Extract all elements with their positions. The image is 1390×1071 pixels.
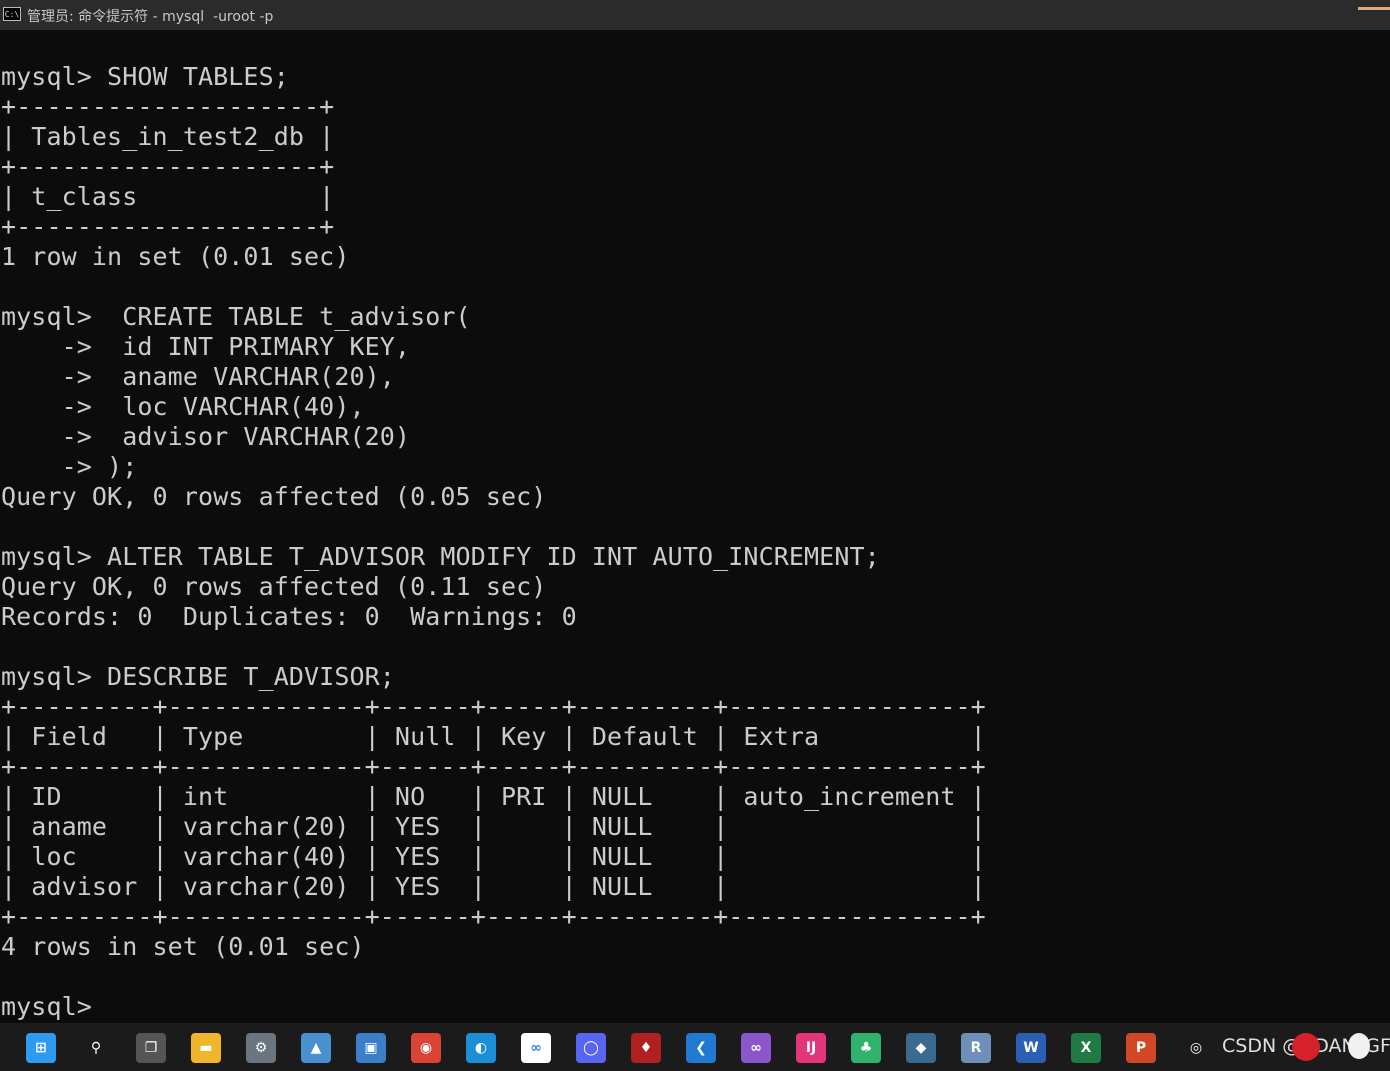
photos-icon[interactable]: ▲ [301,1033,331,1063]
terminal-line: Records: 0 Duplicates: 0 Warnings: 0 [1,602,577,631]
terminal-line: 1 row in set (0.01 sec) [1,242,350,271]
excel-icon[interactable]: X [1071,1033,1101,1063]
terminal-line: 4 rows in set (0.01 sec) [1,932,365,961]
file-explorer-icon[interactable]: ▬ [191,1033,221,1063]
terminal-line: | ID | int | NO | PRI | NULL | auto_incr… [1,782,986,811]
terminal-line: | aname | varchar(20) | YES | | NULL | | [1,812,986,841]
search-icon[interactable]: ⚲ [81,1033,111,1063]
terminal-line: -> advisor VARCHAR(20) [1,422,411,451]
terminal-line: +--------------------+ [1,92,335,121]
windows-start-icon[interactable]: ⊞ [26,1033,56,1063]
terminal-line: +--------------------+ [1,212,335,241]
qq-tray-icon[interactable] [1348,1033,1370,1059]
terminal-line: mysql> CREATE TABLE t_advisor( [1,302,471,331]
pycharm-icon[interactable]: ♣ [851,1033,881,1063]
edge-icon[interactable]: ◐ [466,1033,496,1063]
chrome-icon[interactable]: ◉ [411,1033,441,1063]
control-panel-icon[interactable]: ▣ [356,1033,386,1063]
terminal-line: +---------+-------------+------+-----+--… [1,692,986,721]
obs-icon[interactable]: ◎ [1181,1033,1211,1063]
terminal-line: +--------------------+ [1,152,335,181]
vscode-icon[interactable]: ❮ [686,1033,716,1063]
terminal-line: | advisor | varchar(20) | YES | | NULL |… [1,872,986,901]
weibo-tray-icon[interactable] [1292,1033,1320,1061]
terminal-line: +---------+-------------+------+-----+--… [1,752,986,781]
terminal-line: | Field | Type | Null | Key | Default | … [1,722,986,751]
game-app-icon[interactable]: ♦ [631,1033,661,1063]
terminal-output[interactable]: mysql> SHOW TABLES; +--------------------… [1,62,1386,1022]
circle-app-icon[interactable]: ◯ [576,1033,606,1063]
terminal-line: mysql> DESCRIBE T_ADVISOR; [1,662,395,691]
word-icon[interactable]: W [1016,1033,1046,1063]
terminal-line: -> ); [1,452,138,481]
visual-studio-icon[interactable]: ∞ [741,1033,771,1063]
command-prompt-icon: C:\ [3,7,21,21]
task-view-icon[interactable]: ❐ [136,1033,166,1063]
window-title: 管理员: 命令提示符 - mysql -uroot -p [27,9,274,25]
terminal-line: +---------+-------------+------+-----+--… [1,902,986,931]
terminal-line: Query OK, 0 rows affected (0.11 sec) [1,572,547,601]
terminal-line: Query OK, 0 rows affected (0.05 sec) [1,482,547,511]
terminal-line: -> loc VARCHAR(40), [1,392,365,421]
baidu-netdisk-icon[interactable]: ∞ [521,1033,551,1063]
terminal-line: mysql> [1,992,92,1021]
terminal-line: mysql> SHOW TABLES; [1,62,289,91]
mysql-workbench-icon[interactable]: ◆ [906,1033,936,1063]
terminal-line: | t_class | [1,182,335,211]
terminal-line: mysql> ALTER TABLE T_ADVISOR MODIFY ID I… [1,542,880,571]
terminal-line: -> aname VARCHAR(20), [1,362,395,391]
taskbar: CSDN @ADAN_GF ⊞ ⚲ ❐ ▬ ⚙ ▲ ▣ ◉ ◐ ∞ ◯ ♦ ❮ ∞ IJ ♣ ◆ R W X P ◎ [0,1023,1390,1071]
title-bar: C:\ 管理员: 命令提示符 - mysql -uroot -p [0,0,1390,30]
powerpoint-icon[interactable]: P [1126,1033,1156,1063]
terminal-line: | Tables_in_test2_db | [1,122,335,151]
title-bar-accent [1358,7,1390,10]
terminal-line: -> id INT PRIMARY KEY, [1,332,411,361]
terminal-line: | loc | varchar(40) | YES | | NULL | | [1,842,986,871]
intellij-icon[interactable]: IJ [796,1033,826,1063]
settings-gear-icon[interactable]: ⚙ [246,1033,276,1063]
r-icon[interactable]: R [961,1033,991,1063]
